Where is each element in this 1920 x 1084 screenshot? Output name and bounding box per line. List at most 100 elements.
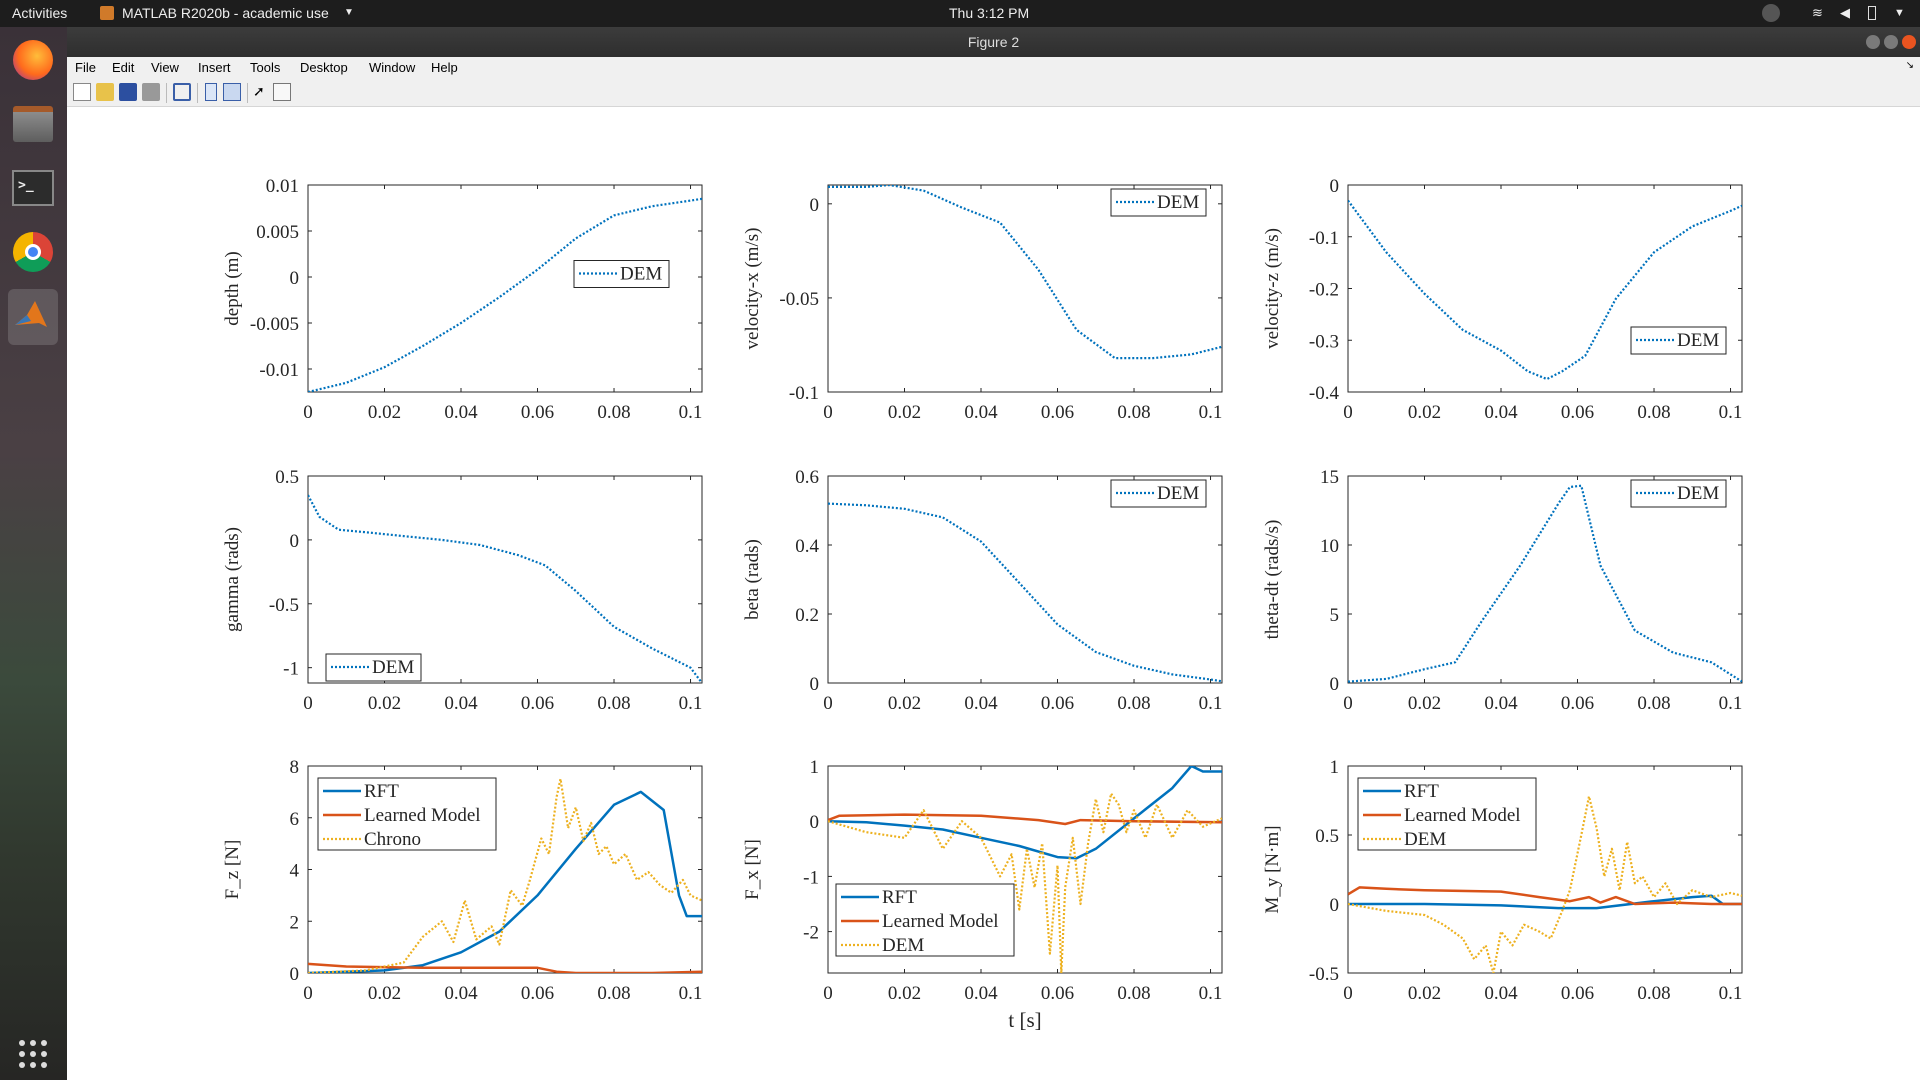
y-axis-label: theta-dt (rads/s): [1262, 520, 1283, 640]
menu-view[interactable]: View: [151, 60, 179, 75]
x-tick-label: 0.08: [1117, 693, 1150, 714]
x-tick-label: 0.08: [1637, 693, 1670, 714]
axes-4: 0 0.02 0.04 0.06 0.08 0.1 0.5 0 -0.5 -1 gamma (rad…: [222, 467, 703, 714]
wifi-icon[interactable]: ≋: [1812, 5, 1823, 21]
y-tick-label: -2: [803, 923, 819, 944]
close-icon[interactable]: [1902, 35, 1916, 49]
x-tick-label: 0: [823, 402, 833, 423]
y-tick-label: 6: [290, 809, 300, 830]
app-grid-icon[interactable]: [8, 1029, 58, 1079]
os-top-bar: Activities MATLAB R2020b - academic use …: [0, 0, 1920, 27]
app-menu-arrow-icon[interactable]: ▼: [344, 7, 354, 18]
legend-entry: Chrono: [364, 829, 421, 850]
y-tick-label: 0: [290, 531, 300, 552]
y-tick-label: -0.3: [1309, 331, 1339, 352]
app-menu[interactable]: MATLAB R2020b - academic use: [122, 5, 329, 21]
y-axis-label: velocity-x (m/s): [742, 228, 763, 350]
y-tick-label: -0.005: [250, 314, 299, 335]
x-tick-label: 0.04: [1484, 402, 1518, 423]
files-icon[interactable]: [8, 99, 58, 149]
open-file-icon[interactable]: [96, 83, 114, 101]
matlab-app-icon: [100, 6, 114, 20]
x-tick-label: 0.04: [444, 983, 478, 1004]
legend: RFT Learned Model DEM: [835, 883, 1015, 957]
axes-9: 0 0.02 0.04 0.06 0.08 0.110.50-0.5M_y [N·m]RF…: [1262, 757, 1743, 1004]
print-icon[interactable]: [142, 83, 160, 101]
y-tick-label: -0.1: [1309, 228, 1339, 249]
x-tick-label: 0.06: [1041, 983, 1074, 1004]
chrome-icon[interactable]: [8, 227, 58, 277]
y-tick-label: -0.5: [1309, 964, 1339, 985]
y-tick-label: -0.05: [779, 289, 819, 310]
docked-icon[interactable]: [205, 83, 217, 101]
y-tick-label: -1: [283, 659, 299, 680]
menu-desktop[interactable]: Desktop: [300, 60, 348, 75]
matlab-icon[interactable]: [8, 289, 58, 345]
y-tick-label: 0.4: [795, 536, 819, 557]
y-tick-label: 1: [810, 757, 820, 778]
y-axis-label: M_y [N·m]: [1262, 825, 1283, 913]
x-tick-label: 0.04: [1484, 983, 1518, 1004]
accessibility-icon[interactable]: [1762, 4, 1780, 22]
axes-box: [307, 184, 703, 393]
legend-entry: DEM: [372, 657, 414, 678]
terminal-icon[interactable]: >_: [8, 163, 58, 213]
menu-window[interactable]: Window: [369, 60, 415, 75]
maximize-icon[interactable]: [1884, 35, 1898, 49]
link-icon[interactable]: [173, 83, 191, 101]
legend: RFT Learned Model DEM: [1357, 777, 1537, 851]
y-tick-label: -0.2: [1309, 280, 1339, 301]
new-figure-icon[interactable]: [73, 83, 91, 101]
menu-tools[interactable]: Tools: [250, 60, 280, 75]
undock-arrow-icon[interactable]: ↘: [1906, 60, 1914, 71]
volume-icon[interactable]: ◀: [1840, 5, 1850, 21]
x-tick-label: 0.06: [1561, 693, 1594, 714]
legend: DEM: [1110, 188, 1207, 217]
x-tick-label: 0.02: [1408, 693, 1441, 714]
legend-entry: DEM: [1677, 483, 1719, 504]
activities-button[interactable]: Activities: [12, 5, 67, 21]
axes-6: 0 0.02 0.04 0.06 0.08 0.1 0 5 10 15 theta-dt (rads…: [1262, 467, 1743, 714]
menu-file[interactable]: File: [75, 60, 96, 75]
x-tick-label: 0.04: [964, 402, 998, 423]
system-menu-arrow-icon[interactable]: ▼: [1894, 7, 1905, 19]
legend: DEM: [1630, 479, 1727, 508]
property-inspector-icon[interactable]: [273, 83, 291, 101]
y-axis-label: depth (m): [222, 251, 243, 325]
y-tick-label: 8: [290, 757, 300, 778]
x-tick-label: 0.04: [444, 402, 478, 423]
y-tick-label: 5: [1330, 605, 1340, 626]
y-tick-label: 10: [1320, 536, 1339, 557]
x-tick-label: 0.1: [1199, 402, 1223, 423]
figure-toolbar: ➚: [67, 79, 1920, 107]
x-tick-label: 0.08: [1637, 983, 1670, 1004]
x-tick-label: 0.1: [1719, 693, 1743, 714]
figure-palette-icon[interactable]: [223, 83, 241, 101]
figure-window: Figure 2 File Edit View Insert Tools Des…: [67, 27, 1920, 1080]
dock: >_: [0, 27, 67, 1080]
x-tick-label: 0.02: [368, 402, 401, 423]
x-tick-label: 0.08: [1117, 983, 1150, 1004]
clock[interactable]: Thu 3:12 PM: [949, 5, 1029, 21]
select-pointer-icon[interactable]: ➚: [253, 83, 271, 101]
legend-entry: RFT: [364, 781, 399, 802]
legend-entry: DEM: [1404, 829, 1446, 850]
x-tick-label: 0: [823, 693, 833, 714]
y-tick-label: 0: [1330, 674, 1340, 695]
menu-help[interactable]: Help: [431, 60, 458, 75]
save-icon[interactable]: [119, 83, 137, 101]
y-tick-label: 0.5: [1315, 826, 1339, 847]
menu-insert[interactable]: Insert: [198, 60, 231, 75]
legend-entry: DEM: [1157, 192, 1199, 213]
firefox-icon[interactable]: [8, 35, 58, 85]
menu-edit[interactable]: Edit: [112, 60, 134, 75]
toolbar-divider: [197, 83, 198, 103]
legend: DEM: [325, 653, 422, 682]
y-tick-label: -0.1: [789, 383, 819, 404]
legend: RFT Learned Model Chrono: [317, 777, 497, 851]
battery-icon[interactable]: [1868, 6, 1876, 20]
x-tick-label: 0.1: [679, 983, 703, 1004]
y-tick-label: 0.005: [256, 222, 299, 243]
minimize-icon[interactable]: [1866, 35, 1880, 49]
x-tick-label: 0: [303, 983, 313, 1004]
